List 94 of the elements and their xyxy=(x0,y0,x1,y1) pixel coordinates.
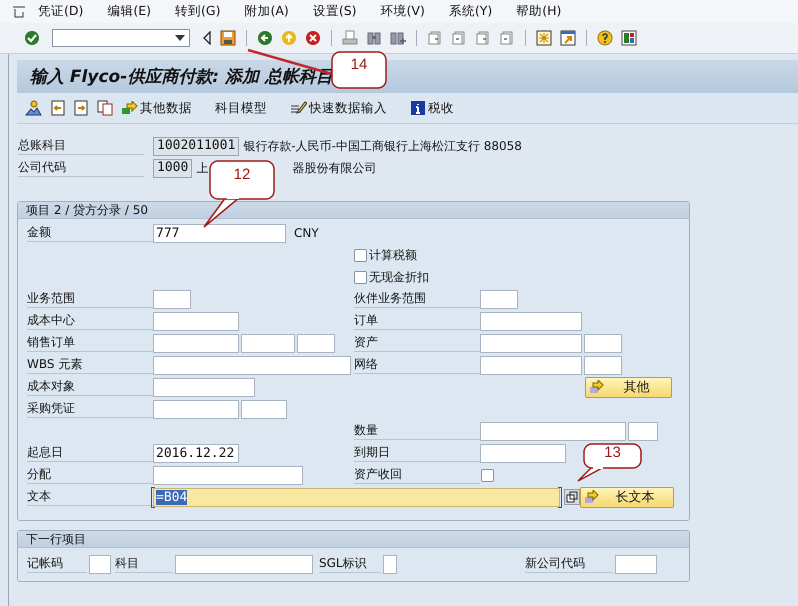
menu-item[interactable]: 设置(S) xyxy=(312,3,357,20)
callout-number: 12 xyxy=(232,164,252,185)
input-field[interactable] xyxy=(480,422,626,440)
group-title: 项目 2 / 贷方分录 / 50 xyxy=(18,202,689,219)
field-label: 总账科目 xyxy=(18,137,144,155)
display-field: 1000 xyxy=(153,158,192,178)
page-icon[interactable] xyxy=(427,30,443,46)
input-field[interactable] xyxy=(153,312,239,330)
cancel-icon[interactable] xyxy=(305,30,321,46)
input-field[interactable]: =B04 xyxy=(153,488,560,506)
input-field[interactable] xyxy=(153,466,303,484)
input-field[interactable] xyxy=(584,334,622,352)
field-description: 器股份有限公司 xyxy=(292,160,376,176)
input-field[interactable]: 2016.12.22 xyxy=(153,444,239,462)
field-label: 资产收回 xyxy=(354,466,480,484)
page-icon[interactable] xyxy=(451,30,467,46)
group-title: 下一行项目 xyxy=(18,531,689,548)
print-icon[interactable] xyxy=(342,30,358,46)
input-field[interactable] xyxy=(628,422,658,440)
menu-item[interactable]: 帮助(H) xyxy=(516,3,562,20)
input-field[interactable] xyxy=(480,334,582,352)
menu-item[interactable]: 附加(A) xyxy=(244,3,289,20)
input-field[interactable] xyxy=(480,312,582,330)
binoculars-icon[interactable] xyxy=(366,30,382,46)
toolbar-button[interactable]: 税收 xyxy=(410,100,458,116)
input-field[interactable] xyxy=(241,400,287,418)
pencil-list-icon xyxy=(290,101,307,115)
arrow-right-icon xyxy=(122,101,138,115)
menu-item[interactable]: 环境(V) xyxy=(380,3,425,20)
copy-icon[interactable] xyxy=(564,489,580,505)
display-field: 1002011001 xyxy=(153,136,240,156)
checkbox-label: 无现金折扣 xyxy=(369,268,429,286)
dropdown-arrow-icon[interactable] xyxy=(175,35,185,41)
push-button[interactable]: 其他 xyxy=(585,376,672,398)
save-icon[interactable] xyxy=(220,30,236,46)
input-field[interactable] xyxy=(153,378,255,396)
layout-icon[interactable] xyxy=(621,30,637,46)
callout-number: 14 xyxy=(350,55,368,76)
shortcut-icon[interactable] xyxy=(560,30,576,46)
input-field[interactable] xyxy=(175,554,313,574)
exit-icon[interactable] xyxy=(281,30,297,46)
back-icon[interactable] xyxy=(257,30,273,46)
input-field[interactable] xyxy=(153,400,239,418)
field-label: SGL标识 xyxy=(319,555,381,573)
checkbox[interactable] xyxy=(354,248,367,262)
push-button[interactable]: 长文本 xyxy=(580,486,674,508)
input-field[interactable] xyxy=(584,356,622,374)
toolbar-button[interactable]: 科目模型 xyxy=(215,100,271,116)
checkbox-label: 计算税额 xyxy=(369,246,417,264)
callout-number: 13 xyxy=(603,444,622,461)
input-field[interactable] xyxy=(297,334,335,352)
input-field[interactable] xyxy=(153,290,191,308)
help-icon[interactable] xyxy=(597,30,613,46)
landscape-icon[interactable] xyxy=(25,100,42,116)
menu-item[interactable]: 转到(G) xyxy=(175,3,220,20)
menu-item[interactable]: 系统(Y) xyxy=(448,3,492,20)
command-field[interactable] xyxy=(52,29,190,47)
field-value: =B04 xyxy=(156,490,188,504)
new-window-icon[interactable] xyxy=(536,30,552,46)
field-label: 公司代码 xyxy=(18,159,144,177)
check-icon[interactable] xyxy=(24,30,40,46)
toolbar-button[interactable]: 其他数据 xyxy=(122,100,196,116)
field-label: 记帐码 xyxy=(27,555,87,573)
input-field[interactable] xyxy=(153,334,239,352)
field-description: 上 xyxy=(196,160,208,176)
page-icon[interactable] xyxy=(499,30,515,46)
input-field[interactable] xyxy=(480,444,566,462)
arrow-right-icon xyxy=(590,380,606,394)
input-field[interactable] xyxy=(480,356,582,374)
callout-bubble xyxy=(577,443,642,482)
input-field[interactable] xyxy=(89,554,111,574)
currency-label: CNY xyxy=(294,226,319,240)
checkbox[interactable] xyxy=(354,270,367,284)
menu-item[interactable]: 编辑(E) xyxy=(107,3,152,20)
copy-icon[interactable] xyxy=(97,100,113,116)
checkbox[interactable] xyxy=(481,468,494,482)
window-menu-icon[interactable] xyxy=(12,6,26,18)
menu-item[interactable]: 凭证(D) xyxy=(38,3,84,20)
input-field[interactable] xyxy=(153,356,351,374)
binoculars-plus-icon[interactable] xyxy=(390,30,406,46)
input-field[interactable] xyxy=(383,554,397,574)
field-label: 科目 xyxy=(115,555,173,573)
field-label: 新公司代码 xyxy=(525,555,613,573)
arrow-right-icon xyxy=(585,490,601,504)
triangle-left-icon[interactable] xyxy=(202,31,212,45)
input-field[interactable] xyxy=(241,334,295,352)
page-icon[interactable] xyxy=(475,30,491,46)
toolbar-button[interactable]: 快速数据输入 xyxy=(290,100,391,116)
input-field[interactable] xyxy=(480,290,518,308)
field-value: 777 xyxy=(156,226,180,240)
input-field[interactable] xyxy=(615,554,657,574)
info-icon xyxy=(410,100,426,116)
field-description: 银行存款-人民币-中国工商银行上海松江支行 88058 xyxy=(243,138,522,154)
field-value: 2016.12.22 xyxy=(156,446,234,460)
